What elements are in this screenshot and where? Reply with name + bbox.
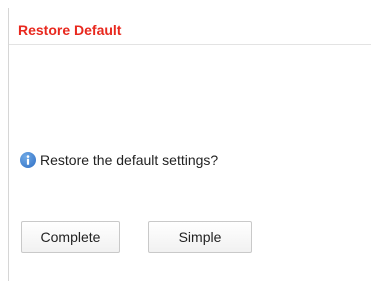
panel-title: Restore Default	[18, 22, 122, 38]
title-divider	[9, 44, 371, 45]
confirmation-text: Restore the default settings?	[40, 152, 219, 168]
simple-button[interactable]: Simple	[148, 221, 252, 253]
confirmation-message: Restore the default settings?	[20, 152, 218, 168]
complete-button[interactable]: Complete	[21, 221, 120, 253]
info-icon	[20, 152, 36, 168]
panel-left-border	[8, 8, 9, 281]
restore-default-panel: Restore Default Restore the default sett…	[0, 0, 371, 281]
